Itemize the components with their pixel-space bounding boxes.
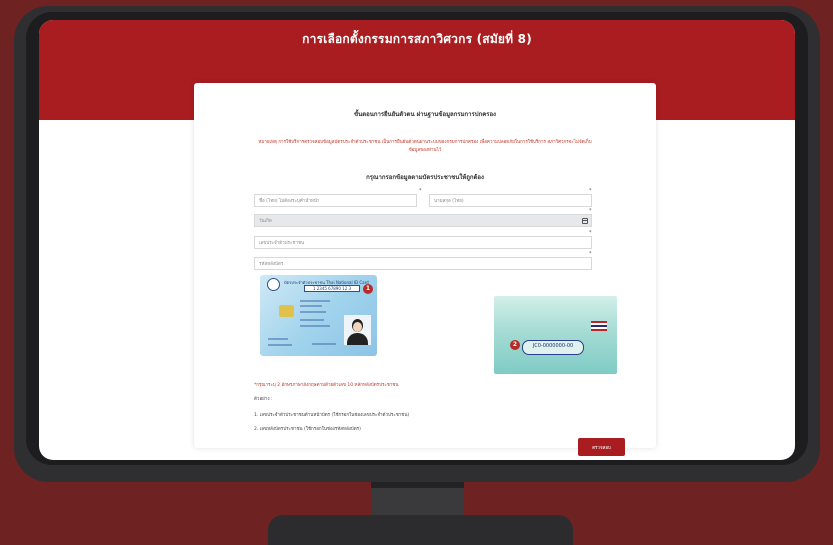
birthdate-input[interactable]: วันเกิด xyxy=(254,214,592,227)
required-marker: * xyxy=(419,188,422,194)
form-subheading: กรุณากรอกข้อมูลตามบัตรประชาชนให้ถูกต้อง xyxy=(366,174,484,181)
text-line xyxy=(268,344,292,346)
form-notice: หมายเหตุ การใช้บริการตรวจสอบข้อมูลบัตรปร… xyxy=(258,140,592,153)
id-number-placeholder: เลขประจำตัวประชาชน xyxy=(259,241,305,246)
monitor-stand-base xyxy=(268,515,573,545)
text-line xyxy=(300,311,326,313)
photo-face xyxy=(353,322,362,332)
text-line xyxy=(312,343,336,345)
laser-code-hint: *กรุณาระบุ 2 อักษรภาษาอังกฤษตามด้วยตัวเล… xyxy=(254,383,399,388)
id-card-number: 1 2345 67890 12 3 xyxy=(304,285,360,292)
text-line xyxy=(300,300,330,302)
laser-code-placeholder: รหัสหลังบัตร xyxy=(259,262,284,267)
birthdate-placeholder: วันเกิด xyxy=(259,219,272,224)
garuda-emblem-icon xyxy=(267,278,280,291)
verification-form-card: ขั้นตอนการยืนยันตัวตน ผ่านฐานข้อมูลกรมกา… xyxy=(194,83,656,456)
first-name-placeholder: ชื่อ (ไทย) ไม่ต้องระบุคำนำหน้า xyxy=(259,199,320,204)
screen: การเลือกตั้งกรรมการสภาวิศวกร (สมัยที่ 8)… xyxy=(39,20,795,460)
required-marker: * xyxy=(589,208,592,214)
text-line xyxy=(300,325,330,327)
id-number-input[interactable]: เลขประจำตัวประชาชน xyxy=(254,236,592,249)
example-item: 2. เลขหลังบัตรประชาชน (ใช้กรอกในช่องรหัส… xyxy=(254,427,361,432)
example-item: 1. เลขประจำตัวประชาชนด้านหน้าบัตร (ใช้กร… xyxy=(254,413,410,418)
monitor-stand-shadow xyxy=(371,482,464,488)
photo-body xyxy=(347,333,368,345)
last-name-placeholder: นามสกุล (ไทย) xyxy=(434,199,464,204)
last-name-input[interactable]: นามสกุล (ไทย) xyxy=(429,194,592,207)
required-marker: * xyxy=(589,230,592,236)
verify-button[interactable]: ตรวจสอบ xyxy=(578,438,625,456)
id-card-header: บัตรประจำตัวประชาชน Thai National ID Car… xyxy=(260,275,377,295)
laser-code-input[interactable]: รหัสหลังบัตร xyxy=(254,257,592,270)
id-card-front-image: บัตรประจำตัวประชาชน Thai National ID Car… xyxy=(260,275,377,356)
form-heading: ขั้นตอนการยืนยันตัวตน ผ่านฐานข้อมูลกรมกา… xyxy=(354,111,496,118)
first-name-input[interactable]: ชื่อ (ไทย) ไม่ต้องระบุคำนำหน้า xyxy=(254,194,417,207)
chip-icon xyxy=(279,305,294,317)
step-badge-1: 1 xyxy=(363,284,373,294)
required-marker: * xyxy=(589,188,592,194)
text-line xyxy=(300,305,322,307)
calendar-icon[interactable] xyxy=(582,218,588,224)
step-badge-2: 2 xyxy=(510,340,520,350)
text-line xyxy=(268,338,288,340)
required-marker: * xyxy=(589,251,592,257)
text-line xyxy=(300,319,324,321)
id-card-back-image: 2 JC0-0000000-00 xyxy=(494,296,617,374)
thai-flag-icon xyxy=(591,321,607,331)
page-title: การเลือกตั้งกรรมการสภาวิศวกร (สมัยที่ 8) xyxy=(302,32,532,46)
laser-code-example: JC0-0000000-00 xyxy=(522,340,584,355)
example-label: ตัวอย่าง : xyxy=(254,397,273,402)
id-photo xyxy=(344,315,371,345)
